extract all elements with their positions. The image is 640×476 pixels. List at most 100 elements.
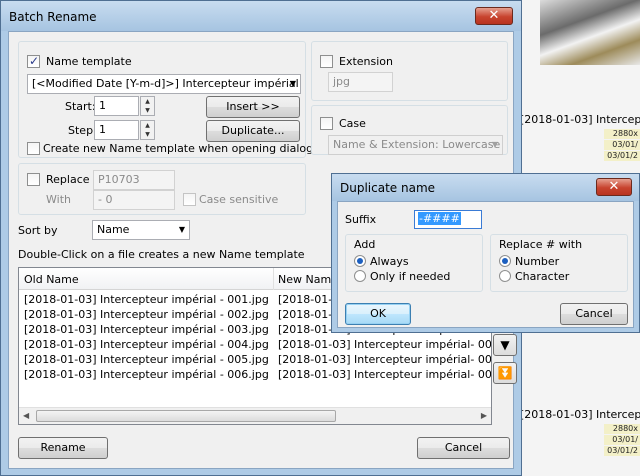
start-stepper[interactable]: ▲ ▼ [140, 96, 155, 116]
sort-by-select[interactable]: Name ▼ [92, 220, 190, 240]
move-down-button[interactable]: ▼ [493, 334, 517, 356]
add-only-if-needed-label: Only if needed [370, 270, 451, 283]
extension-checkbox[interactable] [320, 55, 333, 68]
add-always-radio[interactable] [354, 255, 366, 267]
replace-with-label: Replace # with [499, 238, 583, 251]
background-caption: [2018-01-03] Intercept [520, 113, 640, 126]
column-old-name[interactable]: Old Name [24, 273, 79, 286]
background-info-line: 2880x [604, 129, 640, 139]
cancel-button[interactable]: Cancel [417, 437, 510, 459]
window-title: Batch Rename [9, 10, 97, 24]
spin-up-icon[interactable]: ▲ [141, 97, 154, 106]
old-name-cell: [2018-01-03] Intercepteur impérial - 001… [24, 293, 269, 306]
list-item[interactable]: [2018-01-03] Intercepteur impérial - 005… [19, 353, 491, 368]
chevron-down-icon: ▼ [178, 225, 185, 234]
replace-input[interactable]: P10703 [93, 170, 175, 190]
duplicate-name-dialog: Duplicate name ✕ Suffix -#### Add Always… [331, 173, 640, 333]
chevron-down-icon: ▼ [289, 79, 296, 88]
create-new-template-checkbox[interactable] [27, 142, 40, 155]
column-new-name[interactable]: New Name [278, 273, 338, 286]
add-only-if-needed-radio[interactable] [354, 270, 366, 282]
extension-label: Extension [339, 55, 394, 68]
close-button[interactable]: ✕ [475, 7, 513, 25]
list-item[interactable]: [2018-01-03] Intercepteur impérial - 006… [19, 368, 491, 383]
ok-button[interactable]: OK [345, 303, 411, 325]
background-info-line: 03/01/2 [604, 151, 640, 161]
step-stepper[interactable]: ▲ ▼ [140, 120, 155, 140]
add-always-label: Always [370, 255, 409, 268]
start-input[interactable]: 1 [94, 96, 139, 116]
create-new-template-label: Create new Name template when opening di… [43, 142, 314, 155]
old-name-cell: [2018-01-03] Intercepteur impérial - 002… [24, 308, 269, 321]
replace-number-label: Number [515, 255, 560, 268]
replace-character-label: Character [515, 270, 570, 283]
suffix-label: Suffix [345, 213, 377, 226]
step-label: Step: [68, 124, 97, 137]
case-checkbox[interactable] [320, 117, 333, 130]
old-name-cell: [2018-01-03] Intercepteur impérial - 006… [24, 368, 269, 381]
case-group: Case Name & Extension: Lowercase ▼ [311, 105, 508, 155]
old-name-cell: [2018-01-03] Intercepteur impérial - 004… [24, 338, 269, 351]
case-label: Case [339, 117, 366, 130]
add-group: Add Always Only if needed [345, 234, 483, 292]
scrollbar-thumb[interactable] [36, 410, 336, 422]
replace-group: Replace P10703 With - 0 Case sensitive [18, 163, 306, 215]
name-template-label: Name template [46, 55, 132, 68]
insert-button[interactable]: Insert >> [206, 96, 300, 118]
old-name-cell: [2018-01-03] Intercepteur impérial - 003… [24, 323, 269, 336]
old-name-cell: [2018-01-03] Intercepteur impérial - 005… [24, 353, 269, 366]
title-bar[interactable]: Batch Rename ✕ [1, 1, 521, 31]
dialog-close-button[interactable]: ✕ [596, 178, 632, 196]
suffix-input[interactable]: -#### [414, 210, 482, 229]
background-info-line: 03/01/2 [604, 446, 640, 456]
name-template-checkbox[interactable] [27, 54, 40, 68]
add-group-label: Add [354, 238, 376, 251]
replace-number-radio[interactable] [499, 255, 511, 267]
rename-button[interactable]: Rename [18, 437, 108, 459]
new-name-cell: [2018-01-03] Intercepteur impérial- 006.… [278, 368, 492, 381]
column-separator[interactable] [273, 268, 274, 290]
spin-up-icon[interactable]: ▲ [141, 121, 154, 130]
duplicate-button[interactable]: Duplicate... [206, 120, 300, 142]
replace-with-group: Replace # with Number Character [490, 234, 628, 292]
horizontal-scrollbar[interactable]: ◀ ▶ [19, 407, 491, 424]
dialog-title: Duplicate name [340, 181, 436, 195]
replace-label: Replace [46, 173, 90, 186]
arrow-to-bottom-icon: ⏬ [497, 366, 513, 380]
background-info-line: 2880x [604, 424, 640, 434]
scroll-right-icon[interactable]: ▶ [481, 411, 487, 420]
move-to-bottom-button[interactable]: ⏬ [493, 362, 517, 384]
list-item[interactable]: [2018-01-03] Intercepteur impérial - 004… [19, 338, 491, 353]
background-caption: [2018-01-03] Intercept [520, 408, 640, 421]
replace-checkbox[interactable] [27, 173, 40, 186]
dialog-cancel-button[interactable]: Cancel [560, 303, 628, 325]
name-template-select[interactable]: [<Modified Date [Y-m-d]>] Intercepteur i… [27, 74, 301, 94]
with-label: With [46, 193, 71, 206]
name-template-group: Name template [<Modified Date [Y-m-d]>] … [18, 41, 313, 158]
start-label: Start: [65, 100, 96, 113]
spin-down-icon[interactable]: ▼ [141, 106, 154, 115]
sort-by-value: Name [97, 223, 130, 236]
new-name-cell: [2018-01-03] Intercepteur impérial- 004.… [278, 338, 492, 351]
spin-down-icon[interactable]: ▼ [141, 130, 154, 139]
name-template-value: [<Modified Date [Y-m-d]>] Intercepteur i… [32, 77, 299, 90]
background-thumbnail [540, 0, 640, 65]
arrow-down-icon: ▼ [500, 338, 510, 352]
step-input[interactable]: 1 [94, 120, 139, 140]
extension-input[interactable]: jpg [328, 72, 393, 92]
background-info-line: 03/01/ [604, 140, 640, 150]
scroll-left-icon[interactable]: ◀ [23, 411, 29, 420]
new-name-cell: [2018-01-03] Intercepteur impérial- 005.… [278, 353, 492, 366]
list-hint: Double-Click on a file creates a new Nam… [18, 248, 305, 261]
with-input[interactable]: - 0 [93, 190, 175, 210]
extension-group: Extension jpg [311, 41, 508, 101]
replace-character-radio[interactable] [499, 270, 511, 282]
dialog-title-bar[interactable]: Duplicate name ✕ [332, 174, 639, 201]
dialog-body: Suffix -#### Add Always Only if needed R… [337, 201, 634, 328]
case-sensitive-checkbox[interactable] [183, 193, 196, 206]
case-sensitive-label: Case sensitive [199, 193, 279, 206]
case-select[interactable]: Name & Extension: Lowercase ▼ [328, 135, 503, 155]
chevron-down-icon: ▼ [491, 140, 498, 149]
case-value: Name & Extension: Lowercase [333, 138, 501, 151]
background-info-line: 03/01/ [604, 435, 640, 445]
